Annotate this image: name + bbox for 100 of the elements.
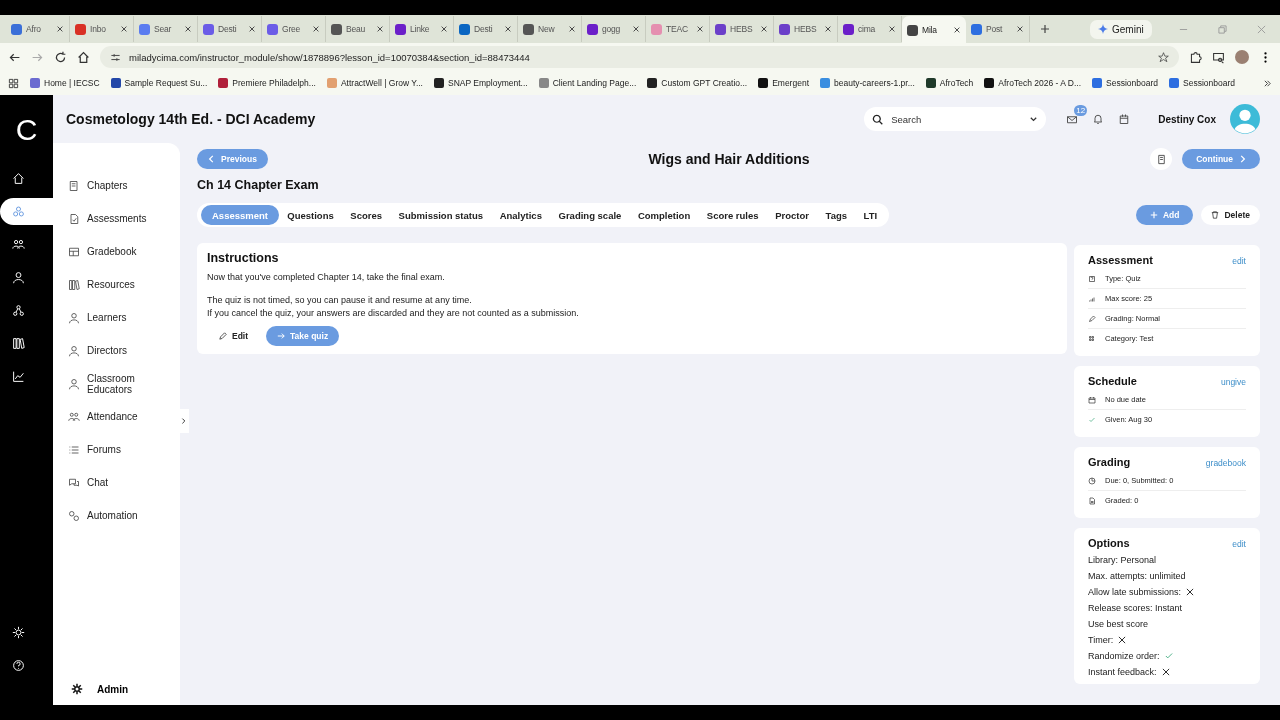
bookmark[interactable]: Sessionboard [1092,78,1158,88]
close-icon[interactable] [953,26,961,34]
card-link[interactable]: edit [1232,539,1246,549]
profile-avatar[interactable] [1235,50,1249,64]
site-settings-icon[interactable] [110,51,121,63]
close-icon[interactable] [440,25,448,33]
close-icon[interactable] [248,25,256,33]
logo[interactable]: C [0,113,53,147]
card-link[interactable]: edit [1232,256,1246,266]
tab[interactable]: Analytics [491,205,551,225]
tab[interactable]: Submission status [390,205,492,225]
browser-tab[interactable]: Post [966,16,1030,42]
books-icon [68,278,80,291]
gemini-button[interactable]: Gemini [1090,19,1152,39]
address-bar[interactable]: miladycima.com/instructor_module/show/1878896?lesson_id=10070384&section_id=88473444 [100,46,1179,68]
admin-link[interactable]: Admin [68,683,180,695]
close-icon[interactable] [632,25,640,33]
tab[interactable]: Grading scale [550,205,630,225]
close-icon[interactable] [184,25,192,33]
bookmark[interactable]: AfroTech 2026 - A D... [984,78,1082,88]
tab[interactable]: Proctor [766,205,818,225]
close-icon[interactable] [888,25,896,33]
browser-tab[interactable]: New [518,16,582,42]
user-name[interactable]: Destiny Cox [1158,113,1216,125]
sidebar-item[interactable]: Assessments [68,202,180,235]
tab[interactable]: LTI [855,205,886,225]
browser-tab[interactable]: Gree [262,16,326,42]
browser-tab[interactable]: Linke [390,16,454,42]
sidebar-item[interactable]: Forums [68,433,180,466]
browser-tab[interactable]: Sear [134,16,198,42]
bell-icon[interactable] [1092,113,1105,125]
browser-tab[interactable]: Afro [6,16,70,42]
card-link[interactable]: gradebook [1205,458,1246,468]
bookmark[interactable]: Custom GPT Creatio... [647,78,748,88]
exam-title: Ch 14 Chapter Exam [197,178,320,192]
tab[interactable]: Tags [817,205,856,225]
option-text: Instant feedback: [1088,667,1157,677]
sidebar-item[interactable]: Directors [68,334,180,367]
star-icon[interactable] [1158,51,1169,63]
apps-grid-icon[interactable] [8,77,19,89]
sidebar-item[interactable]: Classroom Educators [68,367,180,400]
close-icon[interactable] [312,25,320,33]
card-link[interactable]: ungive [1220,377,1246,387]
tab[interactable]: Questions [279,205,343,225]
home-icon[interactable] [77,50,90,64]
browser-tab[interactable]: Inbo [70,16,134,42]
sidebar-item[interactable]: Attendance [68,400,180,433]
browser-tab[interactable]: HEBS [774,16,838,42]
browser-tab[interactable]: Mila [902,16,966,44]
bookmark[interactable]: Client Landing Page... [538,78,637,88]
tab[interactable]: Score rules [698,205,767,225]
sidebar-item[interactable]: Automation [68,499,180,532]
sidebar-item[interactable]: Gradebook [68,235,180,268]
close-icon[interactable] [1016,25,1024,33]
bookmark[interactable]: Sample Request Su... [110,78,208,88]
calendar-icon[interactable] [1118,113,1131,125]
sidebar-item[interactable]: Chat [68,466,180,499]
browser-tab[interactable]: Desti [454,16,518,42]
bookmark[interactable]: beauty-careers-1.pr... [820,78,915,88]
browser-tab[interactable]: Beau [326,16,390,42]
search-input[interactable]: Search [889,112,1024,126]
close-icon[interactable] [504,25,512,33]
close-icon[interactable] [56,25,64,33]
notes-button[interactable] [1150,148,1173,170]
card-heading: Schedule [1088,375,1137,387]
delete-button[interactable]: Delete [1201,205,1260,225]
rail-item-active[interactable] [0,198,53,225]
close-icon[interactable] [376,25,384,33]
screen-search-icon[interactable] [1212,50,1225,64]
browser-tab[interactable]: Desti [198,16,262,42]
chevron-down-icon[interactable] [1029,114,1039,124]
close-icon[interactable] [696,25,704,33]
option-text: Use best score [1088,619,1149,629]
new-tab-icon[interactable] [1040,24,1050,34]
puzzle-icon[interactable] [1189,50,1202,64]
tab[interactable]: Scores [342,205,391,225]
bookmark[interactable]: Sessionboard [1169,78,1235,88]
close-icon[interactable] [568,25,576,33]
sidebar-item[interactable]: Chapters [68,169,180,202]
mail-icon[interactable] [1066,113,1079,125]
browser-tab[interactable]: TEAC [646,16,710,42]
browser-tab[interactable]: HEBS [710,16,774,42]
card-heading: Options [1088,537,1130,549]
bookmark[interactable]: AttractWell | Grow Y... [326,78,423,88]
bookmark[interactable]: SNAP Employment... [433,78,528,88]
close-icon[interactable] [120,25,128,33]
bookmark[interactable]: AfroTech [925,78,974,88]
reload-icon[interactable] [54,50,67,64]
search-field[interactable]: Search [864,107,1047,131]
more-bookmarks-icon[interactable] [1263,78,1272,88]
sidebar-item[interactable]: Resources [68,268,180,301]
tab[interactable]: Completion [629,205,699,225]
bookmark[interactable]: Emergent [758,78,809,88]
browser-tab[interactable]: gogg [582,16,646,42]
bookmark[interactable]: Premiere Philadelph... [218,78,316,88]
close-icon[interactable] [760,25,768,33]
sidebar-item[interactable]: Learners [68,301,180,334]
help-icon[interactable] [11,659,25,672]
close-icon[interactable] [824,25,832,33]
bookmark[interactable]: Home | IECSC [30,78,100,88]
